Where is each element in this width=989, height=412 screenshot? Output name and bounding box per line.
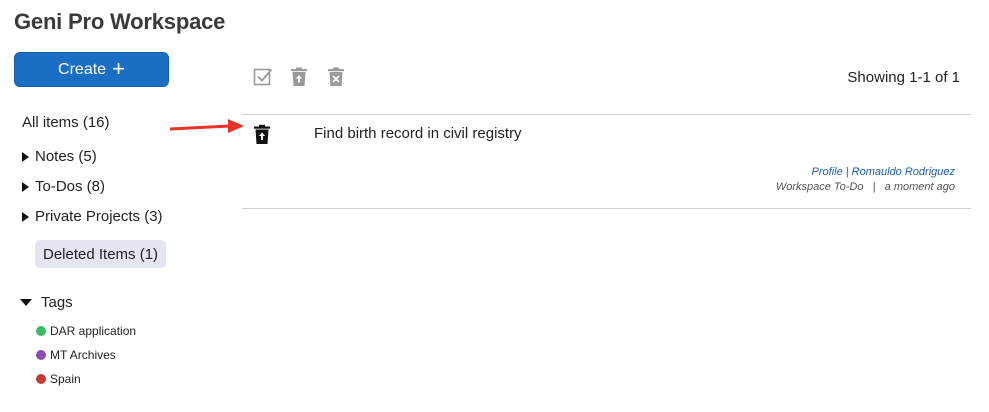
plus-icon: + bbox=[112, 55, 125, 81]
caret-right-icon[interactable] bbox=[22, 151, 29, 162]
tag-label: MT Archives bbox=[50, 348, 116, 362]
tag-item-spain[interactable]: Spain bbox=[36, 372, 81, 386]
create-button[interactable]: Create + bbox=[14, 52, 169, 87]
tag-item-mt-archives[interactable]: MT Archives bbox=[36, 348, 116, 362]
caret-right-icon[interactable] bbox=[22, 181, 29, 192]
sidebar-item-label: Private Projects (3) bbox=[35, 208, 163, 225]
sidebar-item-deleted-items[interactable]: Deleted Items (1) bbox=[35, 240, 167, 268]
restore-trash-icon[interactable] bbox=[289, 67, 309, 87]
restore-trash-icon[interactable] bbox=[253, 124, 271, 145]
tag-color-dot bbox=[36, 326, 46, 336]
sidebar-item-private-projects[interactable]: Private Projects (3) bbox=[22, 208, 163, 225]
list-top-divider bbox=[242, 114, 971, 115]
sidebar-item-label: Notes (5) bbox=[35, 148, 97, 165]
tags-toggle[interactable]: Tags bbox=[20, 294, 73, 311]
checkbox-icon[interactable] bbox=[253, 67, 273, 87]
meta-separator: | bbox=[872, 181, 876, 193]
annotation-arrow-icon bbox=[169, 119, 244, 133]
sidebar-item-all-items[interactable]: All items (16) bbox=[22, 114, 110, 131]
caret-right-icon[interactable] bbox=[22, 211, 29, 222]
tags-label: Tags bbox=[41, 294, 73, 311]
list-bottom-divider bbox=[242, 208, 971, 209]
tag-item-dar-application[interactable]: DAR application bbox=[36, 324, 136, 338]
tag-color-dot bbox=[36, 374, 46, 384]
sidebar-item-todos[interactable]: To-Dos (8) bbox=[22, 178, 105, 195]
item-title[interactable]: Find birth record in civil registry bbox=[314, 125, 522, 142]
item-time: a moment ago bbox=[884, 181, 955, 193]
item-type: Workspace To-Do bbox=[775, 181, 864, 193]
sidebar-item-notes[interactable]: Notes (5) bbox=[22, 148, 97, 165]
caret-down-icon[interactable] bbox=[20, 299, 32, 306]
tag-label: DAR application bbox=[50, 324, 137, 338]
profile-link[interactable]: Profile | Romauldo Rodriguez bbox=[812, 166, 955, 178]
create-button-label: Create bbox=[58, 60, 107, 78]
tag-label: Spain bbox=[50, 372, 81, 386]
tag-color-dot bbox=[36, 350, 46, 360]
item-meta: Workspace To-Do | a moment ago bbox=[776, 181, 955, 193]
page-title: Geni Pro Workspace bbox=[14, 9, 226, 34]
delete-forever-icon[interactable] bbox=[326, 67, 346, 87]
pagination-status: Showing 1-1 of 1 bbox=[847, 69, 960, 86]
sidebar-item-label: To-Dos (8) bbox=[35, 178, 106, 195]
